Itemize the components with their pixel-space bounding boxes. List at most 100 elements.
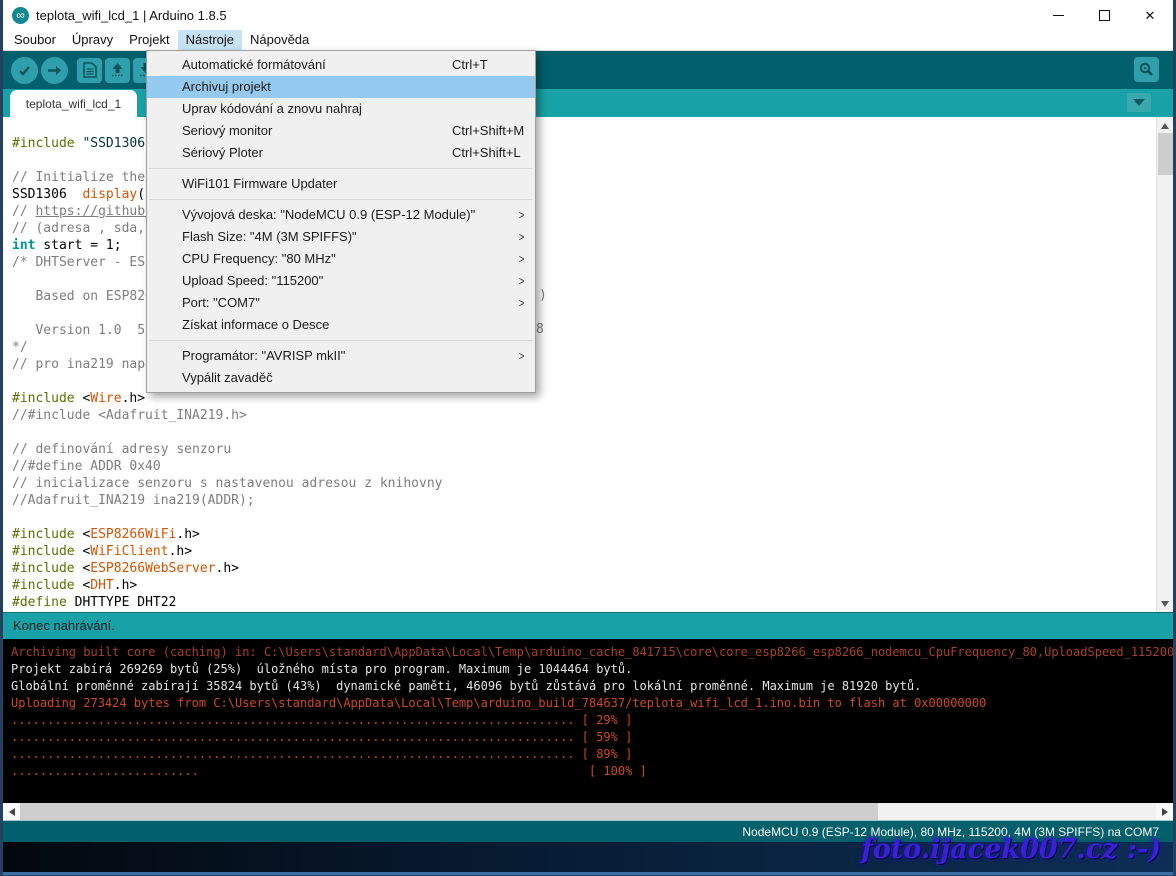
menu-item-label: Port: "COM7": [182, 295, 260, 310]
upload-button[interactable]: [41, 57, 68, 84]
menu-item-label: Vypálit zavaděč: [182, 370, 273, 385]
console-line: Archiving built core (caching) in: C:\Us…: [11, 644, 1173, 661]
menu-item-label: Vývojová deska: "NodeMCU 0.9 (ESP-12 Mod…: [182, 207, 475, 222]
maximize-icon: [1099, 10, 1110, 21]
tab-teplota-wifi-lcd-1[interactable]: teplota_wifi_lcd_1: [10, 90, 137, 117]
serial-monitor-button[interactable]: [1134, 57, 1159, 82]
maximize-button[interactable]: [1081, 0, 1127, 30]
verify-button[interactable]: [11, 57, 38, 84]
menu-item-13[interactable]: Vypálit zavaděč: [147, 367, 535, 389]
scroll-right-button[interactable]: [1156, 803, 1173, 820]
menubar-item-2[interactable]: Projekt: [121, 30, 177, 50]
vertical-scrollbar-thumb[interactable]: [1158, 133, 1173, 175]
menubar: SouborÚpravyProjektNástrojeNápověda: [3, 30, 1173, 50]
console-line: ........................................…: [11, 746, 1173, 763]
menu-item-12[interactable]: Programátor: "AVRISP mkII" >: [147, 345, 535, 367]
tab-list-button[interactable]: [1127, 93, 1151, 112]
chevron-down-icon: [1133, 99, 1145, 106]
submenu-arrow-icon: >: [519, 204, 525, 226]
menu-item-label: Upload Speed: "115200": [182, 273, 323, 288]
menu-separator: [149, 340, 533, 341]
horizontal-scrollbar-thumb[interactable]: [20, 803, 878, 820]
menu-item-label: Automatické formátování: [182, 57, 326, 72]
window-titlebar: ∞ teplota_wifi_lcd_1 | Arduino 1.8.5 ✕: [3, 0, 1173, 30]
scroll-left-button[interactable]: [3, 803, 20, 820]
code-line: #include <DHT.h>: [12, 577, 1173, 594]
triangle-left-icon: [9, 808, 15, 816]
window-title: teplota_wifi_lcd_1 | Arduino 1.8.5: [36, 8, 227, 23]
menu-item-label: Sériový Ploter: [182, 145, 263, 160]
menu-shortcut: Ctrl+Shift+L: [452, 142, 521, 164]
menu-item-4[interactable]: Sériový Ploter Ctrl+Shift+L: [147, 142, 535, 164]
tools-menu: Automatické formátování Ctrl+T Archivuj pr…: [146, 50, 536, 393]
code-line: //#include <Adafruit_INA219.h>: [12, 407, 1173, 424]
check-icon: [17, 63, 32, 78]
console-line: Projekt zabírá 269269 bytů (25%) úložnéh…: [11, 661, 1173, 678]
menu-separator: [149, 199, 533, 200]
submenu-arrow-icon: >: [519, 270, 525, 292]
vertical-scrollbar[interactable]: [1156, 117, 1173, 612]
menu-item-label: Získat informace o Desce: [182, 317, 329, 332]
arrow-up-icon: [110, 62, 125, 78]
code-line: #include <ESP8266WiFi.h>: [12, 526, 1173, 543]
upload-status-text: Konec nahrávání.: [13, 618, 115, 633]
code-line: //#define ADDR 0x40: [12, 458, 1173, 475]
submenu-arrow-icon: >: [519, 345, 525, 367]
open-button[interactable]: [105, 58, 130, 83]
arduino-app-icon: ∞: [12, 7, 29, 24]
scroll-down-button[interactable]: [1157, 595, 1173, 612]
document-icon: [83, 62, 97, 78]
minimize-icon: [1053, 15, 1064, 16]
horizontal-scrollbar[interactable]: [3, 803, 1173, 820]
watermark-band: foto.ijacek007.cz :-): [3, 842, 1173, 875]
menu-item-11[interactable]: Získat informace o Desce: [147, 314, 535, 336]
console-line: .......................... [ 100% ]: [11, 763, 1173, 780]
code-line: // inicializace senzoru s nastavenou adr…: [12, 475, 1173, 492]
menu-item-5[interactable]: WiFi101 Firmware Updater: [147, 173, 535, 195]
window-controls: ✕: [1035, 0, 1173, 30]
menu-item-1[interactable]: Archivuj projekt: [147, 76, 535, 98]
watermark-text: foto.ijacek007.cz :-): [861, 834, 1161, 865]
menu-item-2[interactable]: Uprav kódování a znovu nahraj: [147, 98, 535, 120]
submenu-arrow-icon: >: [519, 292, 525, 314]
menu-item-0[interactable]: Automatické formátování Ctrl+T: [147, 54, 535, 76]
code-line: [12, 509, 1173, 526]
menubar-item-0[interactable]: Soubor: [6, 30, 64, 50]
close-icon: ✕: [1145, 9, 1156, 22]
menu-separator: [149, 168, 533, 169]
menubar-item-4[interactable]: Nápověda: [242, 30, 317, 50]
console-line: ........................................…: [11, 712, 1173, 729]
console-line: Globální proměnné zabírají 35824 bytů (4…: [11, 678, 1173, 695]
code-line: //Adafruit_INA219 ina219(ADDR);: [12, 492, 1173, 509]
scroll-up-button[interactable]: [1157, 117, 1173, 134]
menubar-item-1[interactable]: Úpravy: [64, 30, 121, 50]
submenu-arrow-icon: >: [519, 248, 525, 270]
minimize-button[interactable]: [1035, 0, 1081, 30]
console-output: Archiving built core (caching) in: C:\Us…: [3, 639, 1173, 803]
menu-item-9[interactable]: Upload Speed: "115200" >: [147, 270, 535, 292]
triangle-up-icon: [1161, 123, 1169, 129]
menu-item-10[interactable]: Port: "COM7" >: [147, 292, 535, 314]
arduino-ide-window: ∞ teplota_wifi_lcd_1 | Arduino 1.8.5 ✕ S…: [0, 0, 1176, 876]
menu-item-label: Flash Size: "4M (3M SPIFFS)": [182, 229, 357, 244]
menu-item-label: WiFi101 Firmware Updater: [182, 176, 337, 191]
menu-item-8[interactable]: CPU Frequency: "80 MHz">: [147, 248, 535, 270]
menu-item-3[interactable]: Seriový monitorCtrl+Shift+M: [147, 120, 535, 142]
code-line: // definování adresy senzoru: [12, 441, 1173, 458]
triangle-down-icon: [1161, 601, 1169, 607]
new-sketch-button[interactable]: [77, 58, 102, 83]
menu-item-label: Uprav kódování a znovu nahraj: [182, 101, 362, 116]
code-line: #define DHTTYPE DHT22: [12, 594, 1173, 611]
menubar-item-3[interactable]: Nástroje: [178, 30, 242, 50]
menu-item-label: Archivuj projekt: [182, 79, 271, 94]
close-button[interactable]: ✕: [1127, 0, 1173, 30]
menu-item-7[interactable]: Flash Size: "4M (3M SPIFFS)" >: [147, 226, 535, 248]
console-line: ........................................…: [11, 729, 1173, 746]
menu-item-label: Programátor: "AVRISP mkII": [182, 348, 345, 363]
menu-item-label: Seriový monitor: [182, 123, 272, 138]
code-fragment: ): [539, 288, 547, 303]
code-line: #include <ESP8266WebServer.h>: [12, 560, 1173, 577]
menu-shortcut: Ctrl+T: [452, 54, 488, 76]
submenu-arrow-icon: >: [519, 226, 525, 248]
menu-item-6[interactable]: Vývojová deska: "NodeMCU 0.9 (ESP-12 Mod…: [147, 204, 535, 226]
